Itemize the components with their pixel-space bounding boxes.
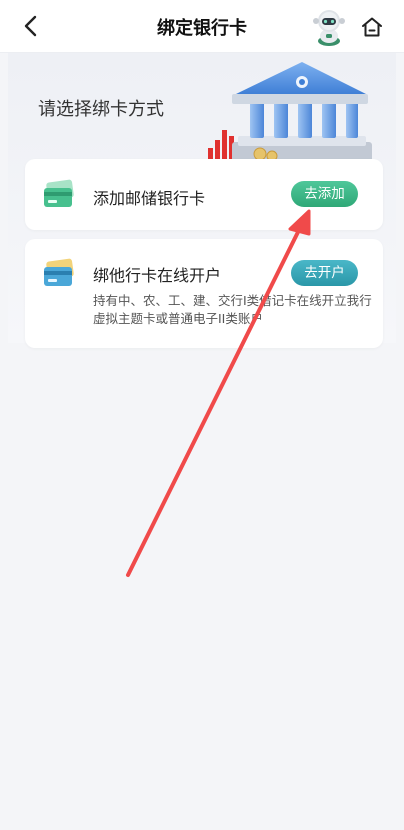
robot-assistant-icon[interactable] [312, 8, 346, 46]
home-icon[interactable] [360, 15, 384, 39]
bind-other-bank-description: 持有中、农、工、建、交行I类借记卡在线开立我行虚拟主题卡或普通电子II类账户 [93, 293, 372, 326]
go-open-account-button[interactable]: 去开户 [291, 260, 358, 286]
bank-building-illustration [208, 62, 372, 168]
bind-other-bank-label: 绑他行卡在线开户 [93, 266, 222, 285]
go-add-button[interactable]: 去添加 [291, 181, 358, 207]
top-nav-bar: 绑定银行卡 [0, 0, 404, 53]
add-postal-card-option[interactable]: 添加邮储银行卡 去添加 [25, 159, 383, 230]
green-bank-card-icon [44, 179, 74, 207]
bind-other-bank-option[interactable]: 绑他行卡在线开户 去开户 持有中、农、工、建、交行I类借记卡在线开立我行虚拟主题… [25, 239, 383, 348]
blue-bank-card-icon [44, 258, 74, 286]
bind-method-prompt: 请选择绑卡方式 [38, 99, 164, 120]
add-postal-card-label: 添加邮储银行卡 [93, 189, 206, 208]
